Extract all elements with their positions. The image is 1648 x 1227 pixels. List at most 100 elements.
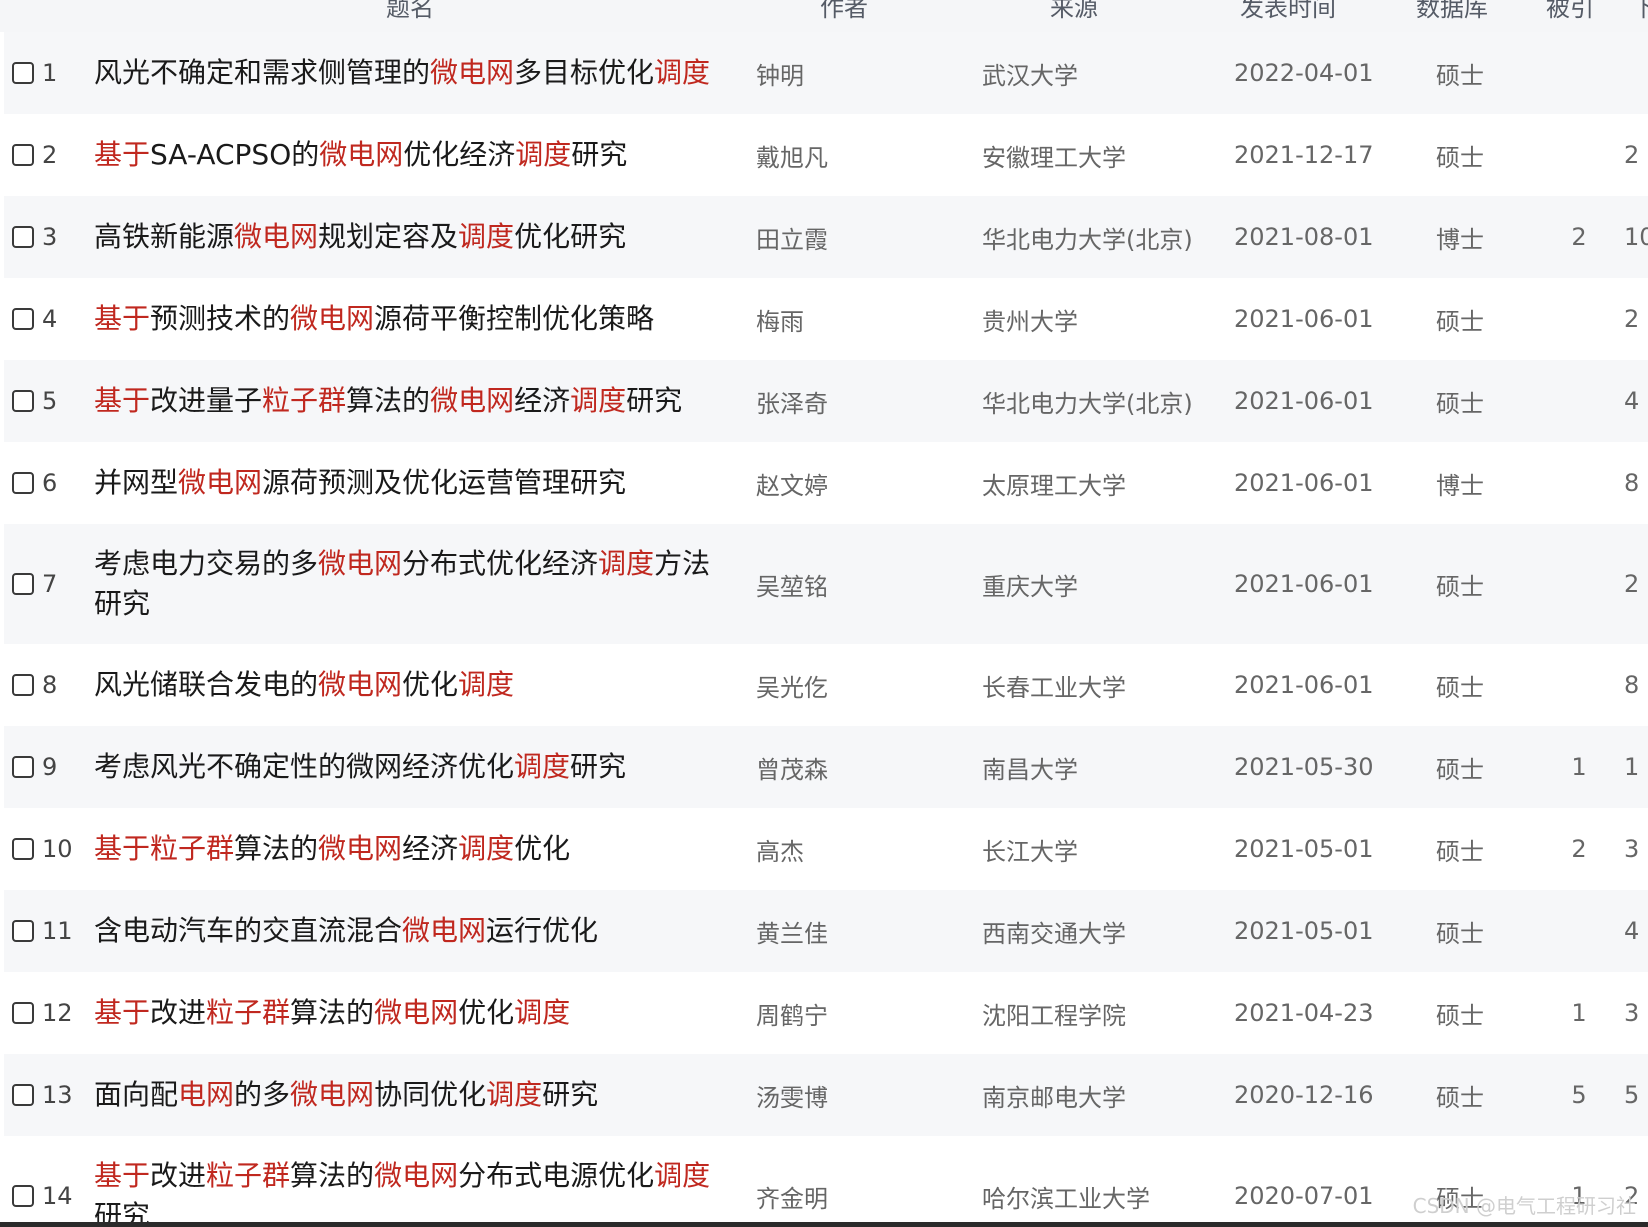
author-link[interactable]: 汤雯博 — [756, 1054, 956, 1136]
title-highlight: 调度 — [654, 56, 711, 89]
source-link[interactable]: 贵州大学 — [982, 278, 1222, 360]
title-highlight: 微电网 — [374, 996, 459, 1029]
row-checkbox[interactable] — [12, 920, 34, 942]
table-row: 2 基于SA-ACPSO的微电网优化经济调度研究 戴旭凡 安徽理工大学 2021-12-… — [4, 114, 1648, 196]
row-checkbox[interactable] — [12, 838, 34, 860]
title-text: 算法的 — [290, 1159, 375, 1192]
author-link[interactable]: 张泽奇 — [756, 360, 956, 442]
paper-title-link[interactable]: 基于改进量子粒子群算法的微电网经济调度研究 — [94, 360, 744, 442]
row-checkbox[interactable] — [12, 756, 34, 778]
row-checkbox[interactable] — [12, 674, 34, 696]
title-text: 研究 — [571, 138, 628, 171]
paper-title-link[interactable]: 基于粒子群算法的微电网经济调度优化 — [94, 808, 744, 890]
row-checkbox[interactable] — [12, 226, 34, 248]
row-number: 7 — [42, 570, 58, 598]
source-link[interactable]: 长江大学 — [982, 808, 1222, 890]
author-link[interactable]: 钟明 — [756, 32, 956, 114]
paper-title-link[interactable]: 面向配电网的多微电网协同优化调度研究 — [94, 1054, 744, 1136]
author-link[interactable]: 赵文婷 — [756, 442, 956, 524]
header-database[interactable]: 数据库 — [1416, 0, 1488, 23]
title-highlight: 调度 — [514, 996, 571, 1029]
author-link[interactable]: 曾茂森 — [756, 726, 956, 808]
row-number: 12 — [42, 999, 73, 1027]
source-link[interactable]: 安徽理工大学 — [982, 114, 1222, 196]
source-link[interactable]: 长春工业大学 — [982, 644, 1222, 726]
paper-title-link[interactable]: 考虑电力交易的多微电网分布式优化经济调度方法 研究 — [94, 524, 744, 644]
database-type: 硕士 — [1436, 919, 1484, 948]
title-text: 经济 — [402, 832, 459, 865]
paper-title-link[interactable]: 并网型微电网源荷预测及优化运营管理研究 — [94, 442, 744, 524]
author-link[interactable]: 吴光仡 — [756, 644, 956, 726]
row-checkbox[interactable] — [12, 390, 34, 412]
author-link[interactable]: 周鹤宁 — [756, 972, 956, 1054]
author-link[interactable]: 吴堃铭 — [756, 524, 956, 644]
author-link[interactable]: 齐金明 — [756, 1136, 956, 1227]
title-text: 经济 — [514, 384, 571, 417]
title-highlight: 微电网 — [318, 668, 403, 701]
title-text: 研究 — [570, 750, 627, 783]
source-link[interactable]: 西南交通大学 — [982, 890, 1222, 972]
row-checkbox[interactable] — [12, 1002, 34, 1024]
publish-date: 2021-06-01 — [1234, 305, 1374, 333]
table-row: 14 基于改进粒子群算法的微电网分布式电源优化调度 研究 齐金明 哈尔滨工业大学 2020… — [4, 1136, 1648, 1227]
download-count: 3 — [1624, 999, 1640, 1027]
paper-title-link[interactable]: 基于改进粒子群算法的微电网分布式电源优化调度 研究 — [94, 1136, 744, 1227]
author-link[interactable]: 田立霞 — [756, 196, 956, 278]
paper-title-link[interactable]: 基于预测技术的微电网源荷平衡控制优化策略 — [94, 278, 744, 360]
cited-count — [1564, 890, 1594, 972]
header-title[interactable]: 题名 — [386, 0, 434, 23]
title-line: 考虑电力交易的多微电网分布式优化经济调度方法 — [94, 544, 710, 584]
cited-count — [1564, 32, 1594, 114]
source-link[interactable]: 武汉大学 — [982, 32, 1222, 114]
header-downloads[interactable]: 下 — [1632, 0, 1648, 23]
author-link[interactable]: 黄兰佳 — [756, 890, 956, 972]
publish-date: 2021-08-01 — [1234, 223, 1374, 251]
source-link[interactable]: 太原理工大学 — [982, 442, 1222, 524]
source-link[interactable]: 南京邮电大学 — [982, 1054, 1222, 1136]
header-source[interactable]: 来源 — [1050, 0, 1098, 23]
title-highlight: 微电网 — [318, 832, 403, 865]
database-type: 硕士 — [1436, 143, 1484, 172]
database-type: 硕士 — [1436, 389, 1484, 418]
title-highlight: 基于 — [94, 302, 151, 335]
row-checkbox-cell — [12, 360, 40, 442]
paper-title-link[interactable]: 风光储联合发电的微电网优化调度 — [94, 644, 744, 726]
paper-title: 基于改进粒子群算法的微电网分布式电源优化调度 研究 — [94, 1156, 710, 1227]
publish-date: 2021-12-17 — [1234, 141, 1374, 169]
row-checkbox-cell — [12, 196, 40, 278]
title-highlight: 微电网 — [319, 138, 404, 171]
title-highlight: 微电网 — [234, 220, 319, 253]
title-line: 基于改进粒子群算法的微电网分布式电源优化调度 — [94, 1156, 710, 1196]
author-link[interactable]: 梅雨 — [756, 278, 956, 360]
paper-title-link[interactable]: 风光不确定和需求侧管理的微电网多目标优化调度 — [94, 32, 744, 114]
header-author[interactable]: 作者 — [820, 0, 868, 23]
title-text: 多目标优化 — [514, 56, 655, 89]
row-checkbox-cell — [12, 972, 40, 1054]
author-link[interactable]: 戴旭凡 — [756, 114, 956, 196]
source-link[interactable]: 华北电力大学(北京) — [982, 360, 1222, 442]
author-link[interactable]: 高杰 — [756, 808, 956, 890]
source-link[interactable]: 哈尔滨工业大学 — [982, 1136, 1222, 1227]
download-count: 4 — [1624, 917, 1640, 945]
paper-title-link[interactable]: 含电动汽车的交直流混合微电网运行优化 — [94, 890, 744, 972]
source-link[interactable]: 华北电力大学(北京) — [982, 196, 1222, 278]
row-checkbox[interactable] — [12, 308, 34, 330]
paper-title-link[interactable]: 考虑风光不确定性的微网经济优化调度研究 — [94, 726, 744, 808]
row-checkbox[interactable] — [12, 144, 34, 166]
row-checkbox[interactable] — [12, 1084, 34, 1106]
source-link[interactable]: 重庆大学 — [982, 524, 1222, 644]
source-link[interactable]: 南昌大学 — [982, 726, 1222, 808]
row-checkbox[interactable] — [12, 573, 34, 595]
paper-title-link[interactable]: 基于改进粒子群算法的微电网优化调度 — [94, 972, 744, 1054]
paper-title: 高铁新能源微电网规划定容及调度优化研究 — [94, 217, 626, 257]
header-date[interactable]: 发表时间 — [1240, 0, 1336, 23]
title-text: SA-ACPSO的 — [150, 138, 320, 171]
paper-title-link[interactable]: 高铁新能源微电网规划定容及调度优化研究 — [94, 196, 744, 278]
source-link[interactable]: 沈阳工程学院 — [982, 972, 1222, 1054]
header-cited[interactable]: 被引 — [1546, 0, 1594, 23]
row-checkbox[interactable] — [12, 472, 34, 494]
paper-title-link[interactable]: 基于SA-ACPSO的微电网优化经济调度研究 — [94, 114, 744, 196]
download-count: 10 — [1624, 223, 1648, 251]
row-checkbox[interactable] — [12, 1185, 34, 1207]
row-checkbox[interactable] — [12, 62, 34, 84]
